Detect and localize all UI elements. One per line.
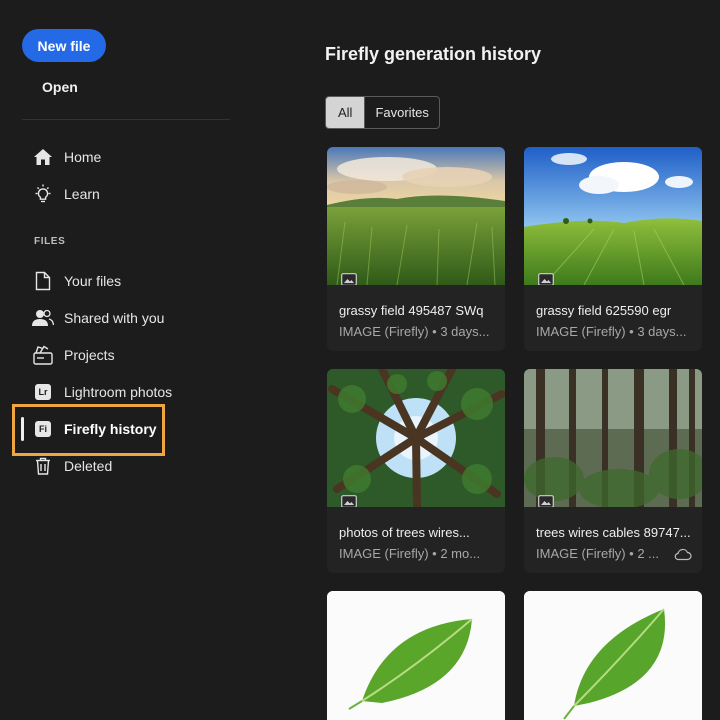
filter-all[interactable]: All — [326, 97, 365, 128]
image-type-icon — [341, 495, 357, 507]
history-card[interactable]: trees wires cables 89747... IMAGE (Firef… — [524, 369, 702, 573]
page-title: Firefly generation history — [325, 44, 542, 64]
sidebar-item-firefly-history[interactable]: Fi Firefly history — [22, 414, 212, 444]
card-thumbnail — [327, 147, 505, 285]
sidebar-item-label: Your files — [64, 273, 122, 289]
lightbulb-icon — [32, 183, 54, 205]
sidebar-item-your-files[interactable]: Your files — [22, 266, 212, 296]
card-thumbnail — [327, 369, 505, 507]
sidebar-item-label: Projects — [64, 347, 115, 363]
sidebar-divider — [22, 119, 230, 120]
sidebar-item-label: Firefly history — [64, 421, 157, 437]
card-title: grassy field 625590 egr — [536, 303, 672, 318]
history-card[interactable]: grassy field 495487 SWq IMAGE (Firefly) … — [327, 147, 505, 351]
filter-toggle: All Favorites — [325, 96, 440, 129]
projects-icon — [32, 344, 54, 366]
history-card[interactable] — [524, 591, 702, 720]
image-type-icon — [341, 273, 357, 285]
sidebar-item-label: Deleted — [64, 458, 113, 474]
sidebar-item-label: Lightroom photos — [64, 384, 173, 400]
lightroom-icon: Lr — [32, 381, 54, 403]
card-thumbnail — [524, 591, 702, 720]
sidebar-item-label: Learn — [64, 186, 100, 202]
card-thumbnail — [524, 147, 702, 285]
open-link[interactable]: Open — [42, 79, 78, 95]
card-meta: IMAGE (Firefly) • 2 mo... — [339, 546, 481, 561]
card-title: photos of trees wires... — [339, 525, 470, 540]
card-thumbnail — [327, 591, 505, 720]
filter-favorites[interactable]: Favorites — [364, 97, 438, 128]
sidebar-item-label: Home — [64, 149, 102, 165]
trash-icon — [32, 455, 54, 477]
files-section-label: FILES — [34, 236, 66, 247]
card-meta: IMAGE (Firefly) • 2 ... — [536, 546, 660, 561]
sidebar-item-shared[interactable]: Shared with you — [22, 303, 212, 333]
sidebar-item-home[interactable]: Home — [22, 142, 212, 172]
sidebar-item-lightroom[interactable]: Lr Lightroom photos — [22, 377, 212, 407]
lightroom-badge: Lr — [35, 384, 51, 400]
history-card[interactable]: grassy field 625590 egr IMAGE (Firefly) … — [524, 147, 702, 351]
cloud-sync-icon — [674, 548, 692, 561]
sidebar-item-deleted[interactable]: Deleted — [22, 451, 212, 481]
card-thumbnail — [524, 369, 702, 507]
people-icon — [32, 307, 54, 329]
card-title: trees wires cables 89747... — [536, 525, 691, 540]
card-meta: IMAGE (Firefly) • 3 days... — [536, 324, 687, 339]
sidebar: New file Open Home Learn FILES Your file… — [0, 0, 250, 720]
firefly-badge: Fi — [35, 421, 51, 437]
card-title: grassy field 495487 SWq — [339, 303, 484, 318]
sidebar-item-label: Shared with you — [64, 310, 165, 326]
home-icon — [32, 146, 54, 168]
firefly-icon: Fi — [32, 418, 54, 440]
image-type-icon — [538, 495, 554, 507]
sidebar-item-learn[interactable]: Learn — [22, 179, 212, 209]
file-icon — [32, 270, 54, 292]
new-file-button[interactable]: New file — [22, 29, 106, 62]
card-meta: IMAGE (Firefly) • 3 days... — [339, 324, 490, 339]
sidebar-item-projects[interactable]: Projects — [22, 340, 212, 370]
image-type-icon — [538, 273, 554, 285]
history-card[interactable]: photos of trees wires... IMAGE (Firefly)… — [327, 369, 505, 573]
history-card[interactable] — [327, 591, 505, 720]
